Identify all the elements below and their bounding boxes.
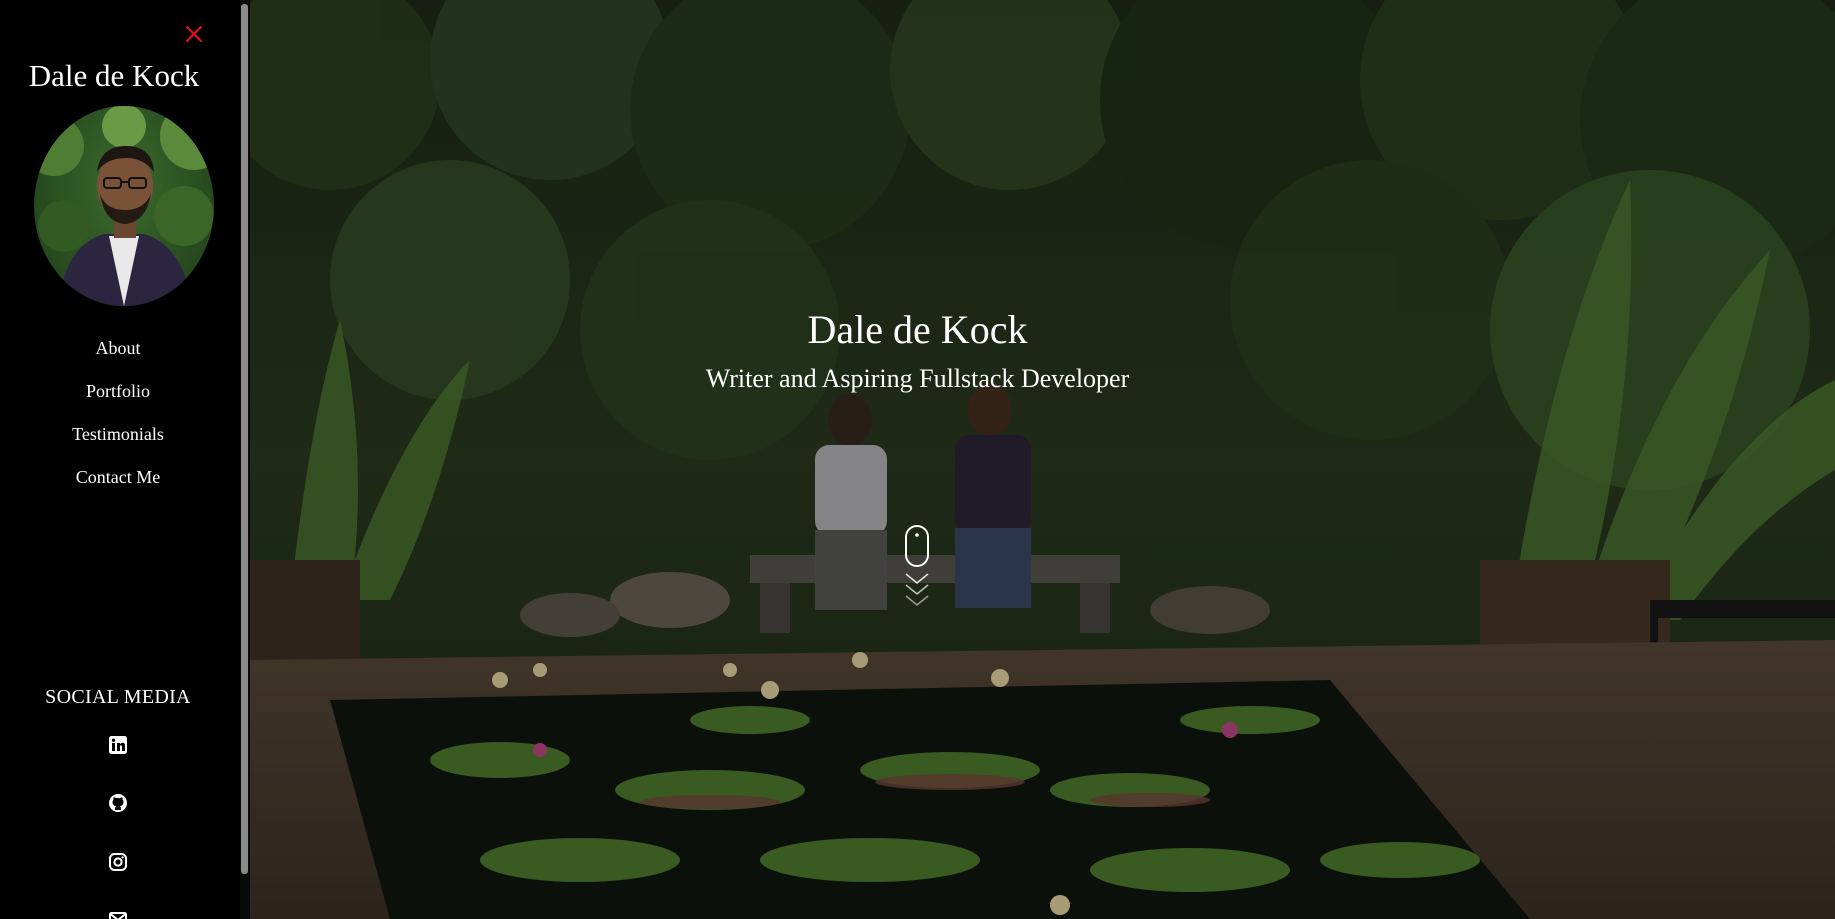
sidebar: Dale de Kock About Portfolio Testimonial…	[0, 0, 240, 919]
nav-item-portfolio[interactable]: Portfolio	[0, 375, 236, 418]
linkedin-icon[interactable]	[108, 735, 128, 755]
hero-subtitle: Writer and Aspiring Fullstack Developer	[705, 364, 1130, 393]
hero-overlay	[250, 0, 1835, 919]
hero-section: Dale de Kock Writer and Aspiring Fullsta…	[250, 0, 1835, 919]
nav-item-testimonials[interactable]: Testimonials	[0, 418, 236, 461]
close-icon[interactable]	[182, 22, 206, 46]
sidebar-scrollbar[interactable]	[240, 0, 250, 919]
hero-title: Dale de Kock	[807, 307, 1028, 352]
sidebar-brand-name: Dale de Kock	[28, 58, 200, 93]
instagram-icon[interactable]	[108, 852, 128, 872]
nav-item-about[interactable]: About	[0, 332, 236, 375]
email-icon[interactable]	[108, 909, 128, 919]
sidebar-nav: About Portfolio Testimonials Contact Me	[0, 332, 236, 504]
social-media-heading: SOCIAL MEDIA	[45, 686, 191, 708]
scrollbar-thumb[interactable]	[241, 4, 248, 874]
github-icon[interactable]	[108, 793, 128, 813]
avatar	[34, 106, 214, 306]
mouse-scroll-icon[interactable]	[902, 524, 932, 614]
nav-item-contact-me[interactable]: Contact Me	[0, 461, 236, 504]
